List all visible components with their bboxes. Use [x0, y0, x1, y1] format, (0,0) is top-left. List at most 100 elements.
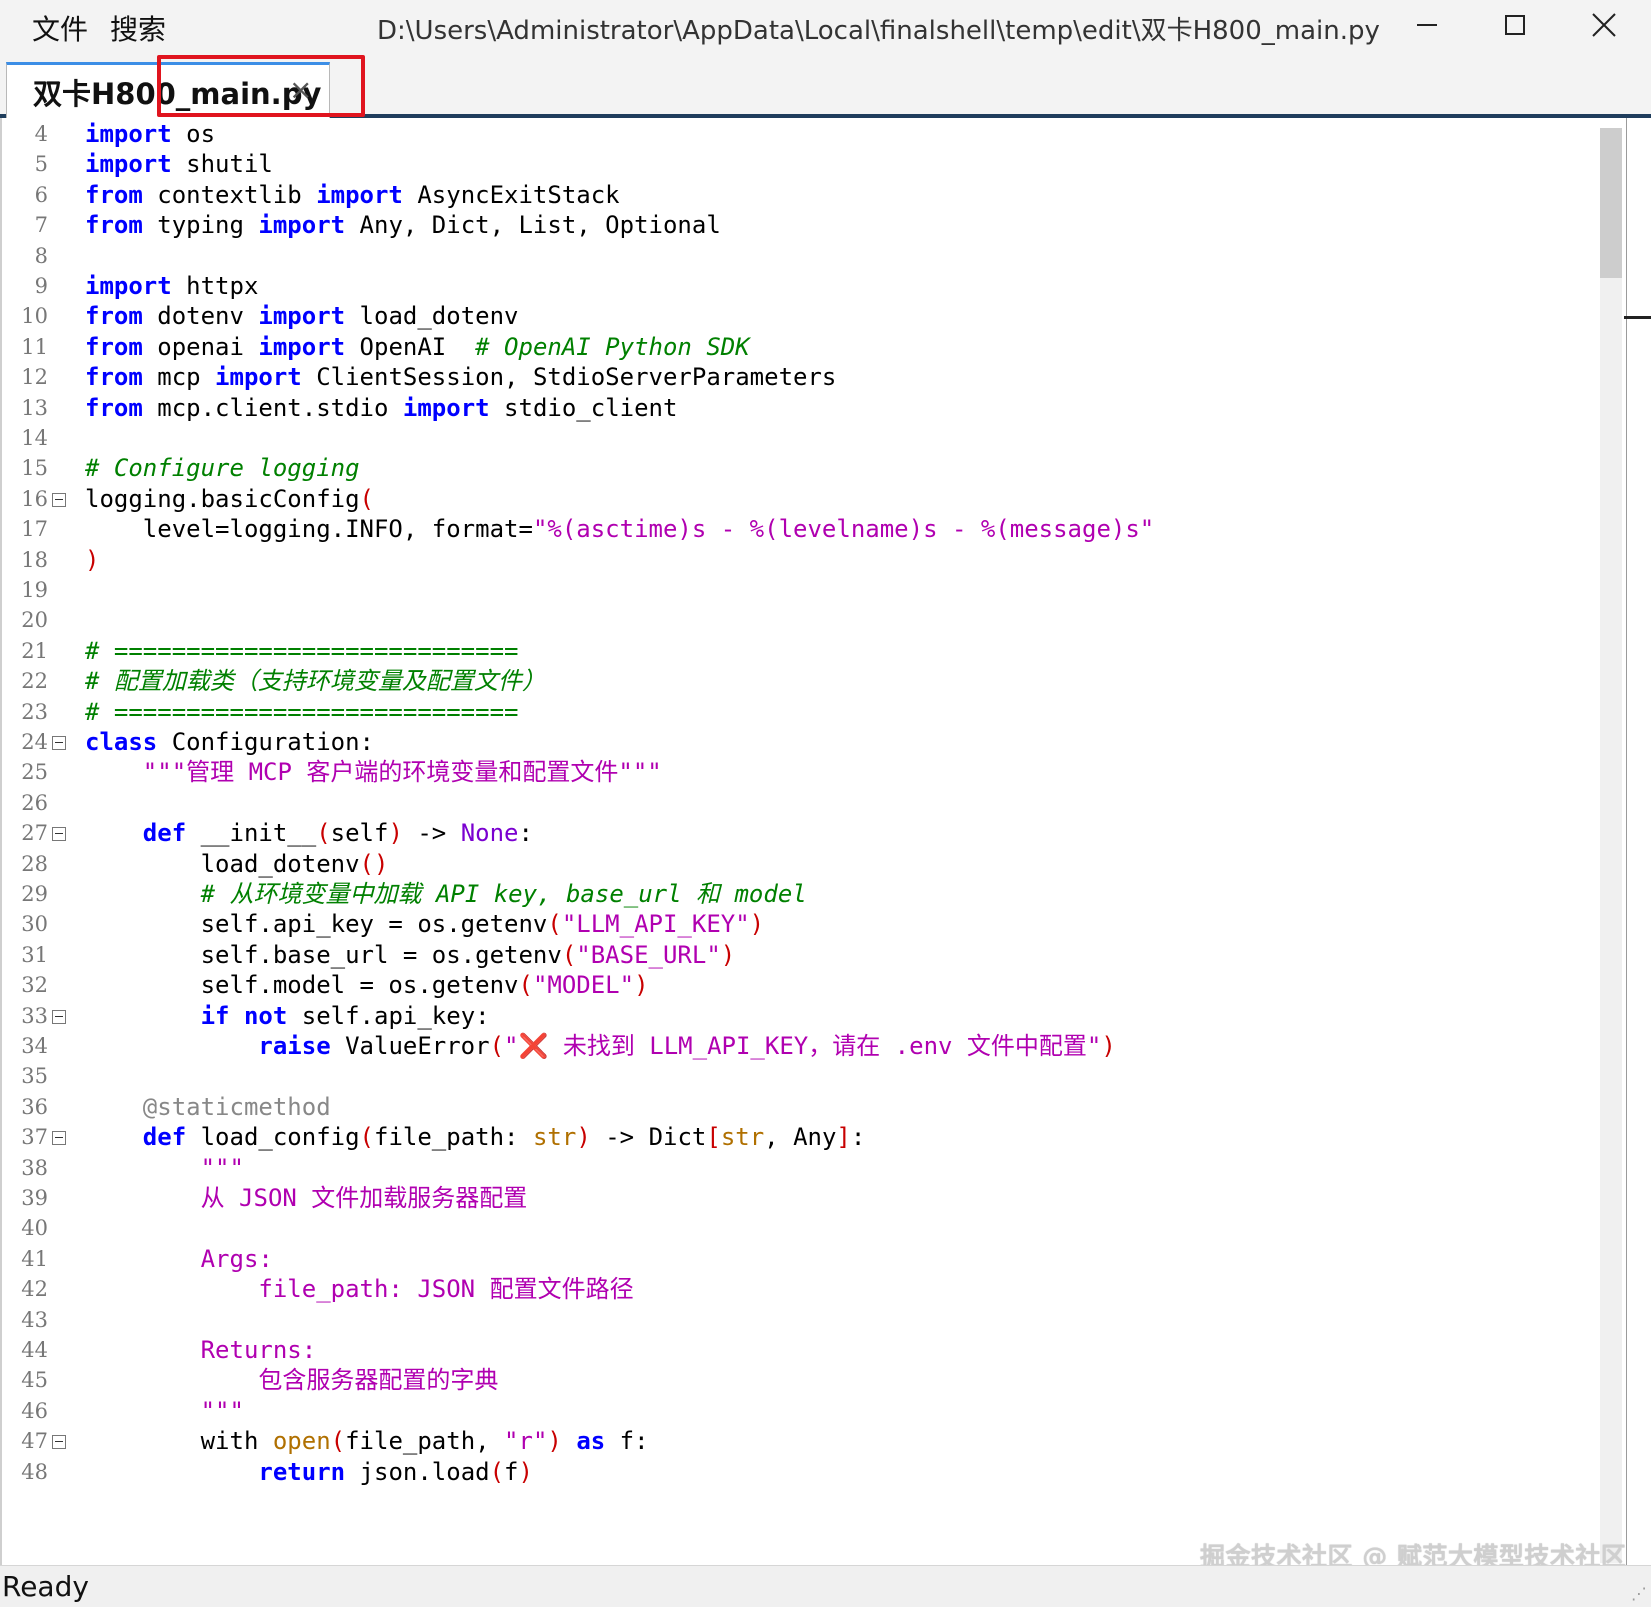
code-line: 26	[2, 787, 1602, 819]
maximize-icon	[1505, 15, 1525, 35]
line-number: 24	[21, 730, 48, 754]
resize-grip-icon[interactable]: ⋰	[1631, 1584, 1647, 1603]
code-line: 20	[2, 604, 1602, 636]
line-number: 8	[34, 243, 48, 268]
line-number: 43	[21, 1307, 48, 1332]
line-number: 22	[21, 669, 48, 694]
close-window-button[interactable]	[1561, 0, 1649, 54]
code-line: 30 self.api_key = os.getenv("LLM_API_KEY…	[2, 908, 1602, 940]
line-number: 18	[21, 547, 48, 572]
code-line: 40	[2, 1212, 1602, 1244]
line-number: 47	[21, 1429, 48, 1454]
line-number: 20	[21, 608, 48, 633]
line-number: 26	[21, 790, 48, 815]
code-line: 9 import httpx	[2, 270, 1602, 302]
line-number: 42	[21, 1277, 48, 1302]
line-number: 46	[21, 1398, 48, 1423]
code-line: 31 self.base_url = os.getenv("BASE_URL")	[2, 939, 1602, 971]
line-number: 27	[21, 821, 48, 846]
line-number: 5	[34, 152, 48, 177]
line-number: 13	[21, 395, 48, 420]
scrollbar-thumb[interactable]	[1600, 128, 1622, 278]
code-line: 23 # ============================	[2, 696, 1602, 728]
code-line: 46 """	[2, 1395, 1602, 1427]
fold-toggle-icon[interactable]	[52, 736, 66, 750]
code-line: 16 logging.basicConfig(	[2, 483, 1602, 515]
fold-toggle-icon[interactable]	[52, 492, 66, 507]
fold-toggle-icon[interactable]	[52, 1009, 66, 1024]
menu-search[interactable]: 搜索	[110, 8, 166, 48]
code-line: 28 load_dotenv()	[2, 848, 1602, 880]
code-line: 12 from mcp import ClientSession, StdioSe…	[2, 361, 1602, 393]
line-number: 29	[21, 882, 48, 906]
code-line: 33 if not self.api_key:	[2, 1000, 1602, 1032]
code-line: 14	[2, 422, 1602, 454]
code-line: 32 self.model = os.getenv("MODEL")	[2, 969, 1602, 1001]
code-line: 8	[2, 240, 1602, 272]
code-line: 22 # 配置加载类（支持环境变量及配置文件）	[2, 665, 1602, 697]
line-number: 17	[21, 517, 48, 542]
line-number: 45	[21, 1368, 48, 1393]
maximize-button[interactable]	[1473, 0, 1561, 54]
line-number: 44	[21, 1338, 48, 1362]
line-number: 12	[21, 365, 48, 390]
line-number: 32	[21, 973, 48, 998]
line-number: 33	[21, 1003, 48, 1028]
code-line: 45 包含服务器配置的字典	[2, 1364, 1602, 1396]
code-line: 27 def __init__(self) -> None:	[2, 817, 1602, 849]
line-number: 40	[21, 1216, 48, 1241]
code-line: 43	[2, 1304, 1602, 1336]
vertical-scrollbar[interactable]	[1600, 128, 1622, 1563]
line-number: 6	[34, 182, 48, 207]
minimize-icon	[1417, 24, 1437, 26]
line-number: 16	[21, 486, 48, 511]
code-line: 48 return json.load(f)	[2, 1456, 1602, 1488]
code-line: 29 # 从环境变量中加载 API key, base_url 和 model	[2, 878, 1602, 910]
line-number: 35	[21, 1064, 48, 1089]
line-number: 25	[21, 760, 48, 785]
line-number: 36	[21, 1094, 48, 1119]
fold-toggle-icon[interactable]	[52, 827, 66, 842]
code-line: 13 from mcp.client.stdio import stdio_cli…	[2, 392, 1602, 424]
code-line: 4 import os	[2, 118, 1602, 150]
code-line: 36 @staticmethod	[2, 1091, 1602, 1123]
code-line: 5 import shutil	[2, 148, 1602, 180]
code-line: 21 # ============================	[2, 635, 1602, 667]
red-highlight-annotation	[157, 55, 365, 117]
close-icon	[1592, 13, 1616, 37]
code-line: 39 从 JSON 文件加载服务器配置	[2, 1182, 1602, 1214]
line-number: 37	[21, 1125, 48, 1150]
overview-ruler-marker	[1624, 316, 1651, 319]
window-title: D:\Users\Administrator\AppData\Local\fin…	[377, 16, 1380, 46]
line-number: 14	[21, 426, 48, 450]
code-line: 35	[2, 1060, 1602, 1092]
code-line: 10 from dotenv import load_dotenv	[2, 300, 1602, 332]
line-number: 30	[21, 912, 48, 937]
code-line: 25 """管理 MCP 客户端的环境变量和配置文件"""	[2, 756, 1602, 788]
code-editor[interactable]: 4 import os 5 import shutil 6 from contextl…	[0, 118, 1651, 1565]
status-bar: Ready ⋰	[0, 1565, 1651, 1607]
overview-ruler-divider	[1626, 118, 1627, 1565]
line-number: 28	[21, 851, 48, 876]
line-number: 23	[21, 699, 48, 724]
line-number: 34	[21, 1034, 48, 1058]
fold-toggle-icon[interactable]	[52, 1435, 66, 1450]
code-line: 41 Args:	[2, 1243, 1602, 1275]
code-line: 18)	[2, 544, 1602, 576]
line-number: 19	[21, 578, 48, 602]
line-number: 11	[21, 334, 48, 359]
line-number: 31	[21, 942, 48, 967]
title-bar: 文件 搜索 D:\Users\Administrator\AppData\Loc…	[0, 0, 1651, 54]
code-line: 42 file_path: JSON 配置文件路径	[2, 1273, 1602, 1305]
menu-file[interactable]: 文件	[32, 8, 88, 48]
code-line: 17 level=logging.INFO, format="%(asctime…	[2, 513, 1602, 545]
code-line: 11 from openai import OpenAI # OpenAI Pyt…	[2, 331, 1602, 363]
code-line: 47 with open(file_path, "r") as f:	[2, 1425, 1602, 1457]
line-number: 41	[21, 1246, 48, 1271]
line-number: 21	[21, 638, 48, 663]
code-line: 44 Returns:	[2, 1334, 1602, 1366]
minimize-button[interactable]	[1385, 0, 1473, 54]
line-number: 15	[21, 456, 48, 481]
code-line: 6 from contextlib import AsyncExitStack	[2, 179, 1602, 211]
fold-toggle-icon[interactable]	[52, 1131, 66, 1146]
